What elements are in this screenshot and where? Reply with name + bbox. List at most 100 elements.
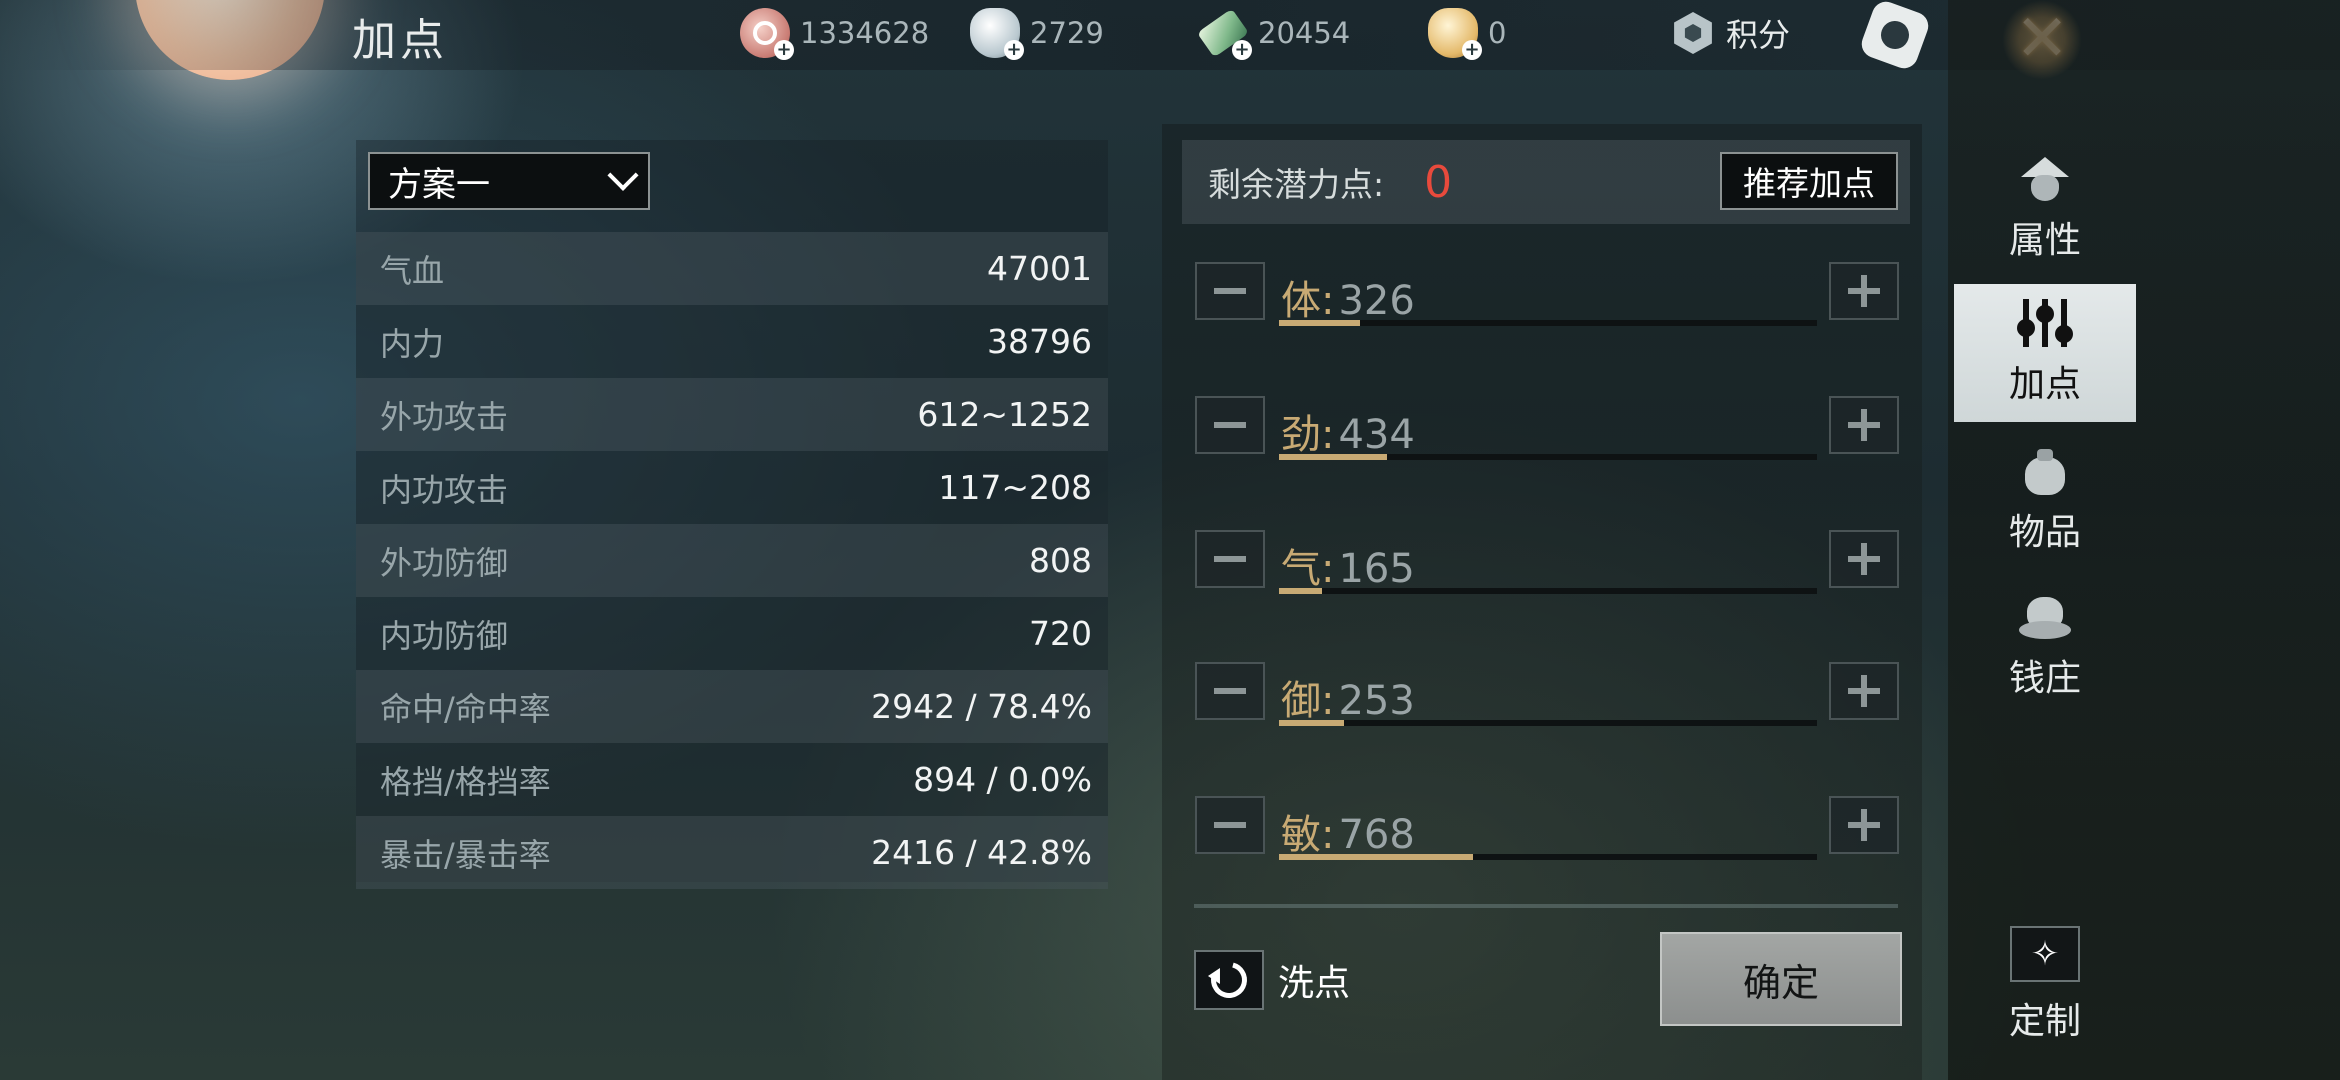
currency-value: 20454 — [1258, 16, 1351, 50]
attribute-colon: : — [1321, 412, 1335, 458]
attribute-row: 体: 326 — [1195, 262, 1900, 336]
score-button[interactable]: 积分 — [1672, 8, 1790, 58]
increase-button[interactable] — [1829, 796, 1899, 854]
jade-ticket-icon: + — [1196, 8, 1252, 60]
increase-button[interactable] — [1829, 396, 1899, 454]
plus-icon — [1848, 543, 1880, 575]
minus-icon — [1214, 556, 1246, 562]
nav-item-attributes[interactable]: 属性 — [1954, 140, 2136, 278]
attribute-value: 165 — [1338, 546, 1415, 592]
stat-row: 外功攻击 612~1252 — [356, 378, 1108, 451]
stat-row: 内功攻击 117~208 — [356, 451, 1108, 524]
attribute-bar — [1279, 454, 1817, 460]
customize-label: 定制 — [2008, 1001, 2081, 1042]
money-bag-icon — [2017, 593, 2073, 641]
attribute-name: 气 — [1281, 546, 1321, 592]
coin-icon: + — [740, 8, 794, 60]
nav-item-add-points[interactable]: 加点 — [1954, 284, 2136, 422]
currency-coin[interactable]: + 1334628 — [740, 8, 929, 60]
attribute-colon: : — [1321, 278, 1335, 324]
scheme-dropdown[interactable]: 方案一 — [368, 152, 650, 210]
stat-row: 暴击/暴击率 2416 / 42.8% — [356, 816, 1108, 889]
stat-value: 47001 — [987, 249, 1092, 288]
currency-value: 2729 — [1030, 16, 1104, 50]
plus-icon — [1848, 275, 1880, 307]
attribute-name: 体 — [1281, 278, 1321, 324]
decrease-button[interactable] — [1195, 530, 1265, 588]
stat-label: 格挡/格挡率 — [380, 762, 551, 801]
confirm-button[interactable]: 确定 — [1660, 932, 1902, 1026]
remaining-points-label: 剩余潜力点: — [1208, 165, 1385, 204]
decrease-button[interactable] — [1195, 662, 1265, 720]
attribute-colon: : — [1321, 812, 1335, 858]
stat-row: 命中/命中率 2942 / 78.4% — [356, 670, 1108, 743]
increase-button[interactable] — [1829, 530, 1899, 588]
gold-ingot-icon: + — [1428, 8, 1482, 60]
reset-points-button[interactable]: 洗点 — [1194, 950, 1350, 1010]
stat-value: 808 — [1029, 541, 1092, 580]
attribute-value: 768 — [1338, 812, 1415, 858]
plus-icon — [1848, 809, 1880, 841]
attribute-bar — [1279, 588, 1817, 594]
attribute-bar-fill — [1279, 720, 1344, 726]
stat-row: 外功防御 808 — [356, 524, 1108, 597]
attribute-bar — [1279, 320, 1817, 326]
minus-icon — [1214, 422, 1246, 428]
nav-item-items[interactable]: 物品 — [1954, 432, 2136, 570]
stat-row: 内功防御 720 — [356, 597, 1108, 670]
plus-icon — [1848, 409, 1880, 441]
attribute-name: 御 — [1281, 678, 1321, 724]
attribute-bar — [1279, 720, 1817, 726]
stat-value: 2416 / 42.8% — [871, 833, 1092, 872]
recommend-points-button[interactable]: 推荐加点 — [1720, 152, 1898, 210]
stat-value: 2942 / 78.4% — [871, 687, 1092, 726]
hat-icon — [2017, 155, 2073, 203]
increase-button[interactable] — [1829, 262, 1899, 320]
stat-row: 气血 47001 — [356, 232, 1108, 305]
stat-value: 117~208 — [938, 468, 1092, 507]
attribute-row: 敏: 768 — [1195, 796, 1900, 870]
bag-icon — [2017, 447, 2073, 495]
sliders-icon — [2017, 299, 2073, 347]
decrease-button[interactable] — [1195, 796, 1265, 854]
stat-label: 外功攻击 — [380, 397, 509, 436]
remaining-points-value: 0 — [1424, 156, 1453, 208]
decrease-button[interactable] — [1195, 396, 1265, 454]
nav-item-label: 物品 — [2008, 512, 2081, 553]
nav-item-bank[interactable]: 钱庄 — [1954, 578, 2136, 716]
plus-icon — [1848, 675, 1880, 707]
currency-silver[interactable]: + 2729 — [970, 8, 1104, 60]
stat-label: 命中/命中率 — [380, 689, 551, 728]
minus-icon — [1214, 288, 1246, 294]
currency-jade[interactable]: + 20454 — [1196, 8, 1351, 60]
customize-button[interactable]: ✧ 定制 — [1990, 926, 2100, 1046]
minus-icon — [1214, 688, 1246, 694]
chevron-down-icon — [607, 159, 639, 191]
increase-button[interactable] — [1829, 662, 1899, 720]
stat-label: 气血 — [380, 251, 445, 290]
attribute-colon: : — [1321, 546, 1335, 592]
stat-value: 720 — [1029, 614, 1092, 653]
decrease-button[interactable] — [1195, 262, 1265, 320]
attribute-value: 253 — [1338, 678, 1415, 724]
silver-ingot-icon: + — [970, 8, 1024, 60]
nav-item-label: 加点 — [2008, 364, 2081, 405]
stat-value: 38796 — [987, 322, 1092, 361]
stat-label: 内功攻击 — [380, 470, 509, 509]
stat-row: 内力 38796 — [356, 305, 1108, 378]
divider — [1194, 904, 1898, 908]
scheme-selected: 方案一 — [388, 164, 490, 205]
attribute-row: 御: 253 — [1195, 662, 1900, 736]
attribute-value: 326 — [1338, 278, 1415, 324]
attribute-name: 劲 — [1281, 412, 1321, 458]
attribute-bar-fill — [1279, 454, 1387, 460]
minus-icon — [1214, 822, 1246, 828]
attribute-bar — [1279, 854, 1817, 860]
stat-label: 内力 — [380, 324, 445, 363]
attribute-colon: : — [1321, 678, 1335, 724]
attribute-value: 434 — [1338, 412, 1415, 458]
page-title: 加点 — [352, 15, 448, 66]
currency-gold[interactable]: + 0 — [1428, 8, 1506, 60]
attribute-bar-fill — [1279, 588, 1323, 594]
stat-label: 暴击/暴击率 — [380, 835, 551, 874]
